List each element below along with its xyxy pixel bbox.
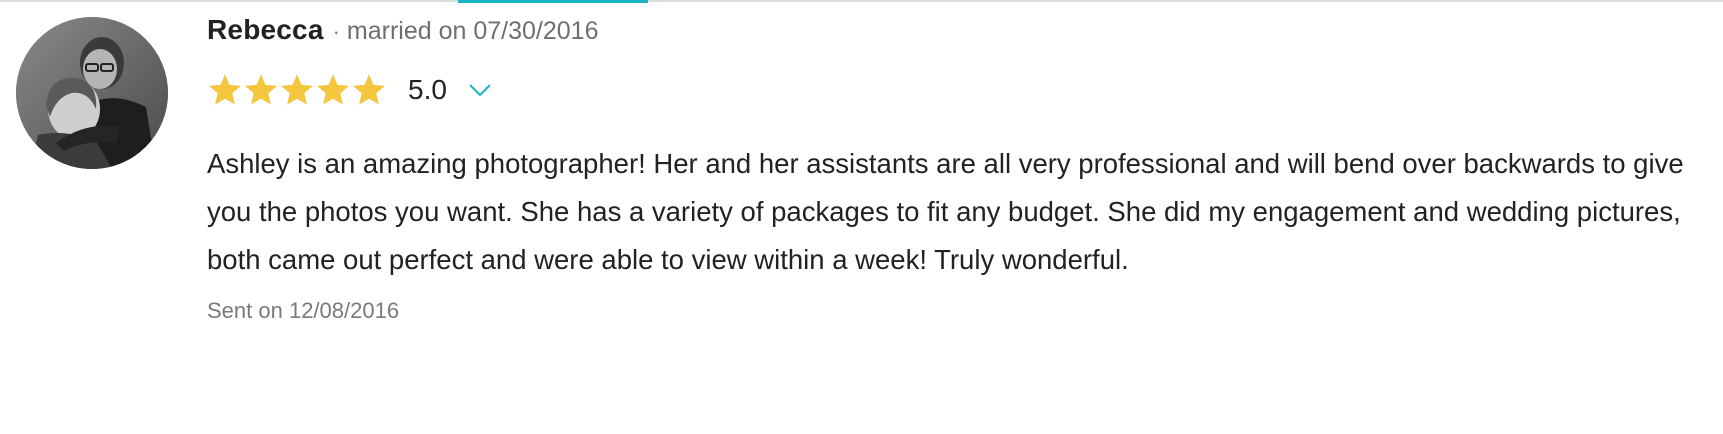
star-icon [243, 72, 279, 108]
avatar [16, 17, 168, 169]
rating-details-toggle[interactable] [467, 77, 493, 103]
star-icon [279, 72, 315, 108]
rating-row: 5.0 [207, 70, 1687, 110]
review-header: Rebecca · married on 07/30/2016 [207, 14, 1687, 50]
star-icon [351, 72, 387, 108]
sent-date: Sent on 12/08/2016 [207, 298, 400, 323]
star-icon [207, 72, 243, 108]
chevron-down-icon [469, 84, 491, 97]
rating-value: 5.0 [408, 74, 447, 105]
married-date: married on 07/30/2016 [346, 17, 599, 45]
reviewer-name: Rebecca [207, 14, 324, 45]
star-icon [315, 72, 351, 108]
active-tab-indicator [458, 0, 648, 3]
review-card: Rebecca · married on 07/30/2016 5.0 Ashl… [207, 14, 1687, 324]
top-divider [0, 0, 1723, 2]
review-text: Ashley is an amazing photographer! Her a… [207, 148, 1684, 275]
header-separator: · [332, 19, 340, 44]
star-rating [207, 72, 387, 108]
